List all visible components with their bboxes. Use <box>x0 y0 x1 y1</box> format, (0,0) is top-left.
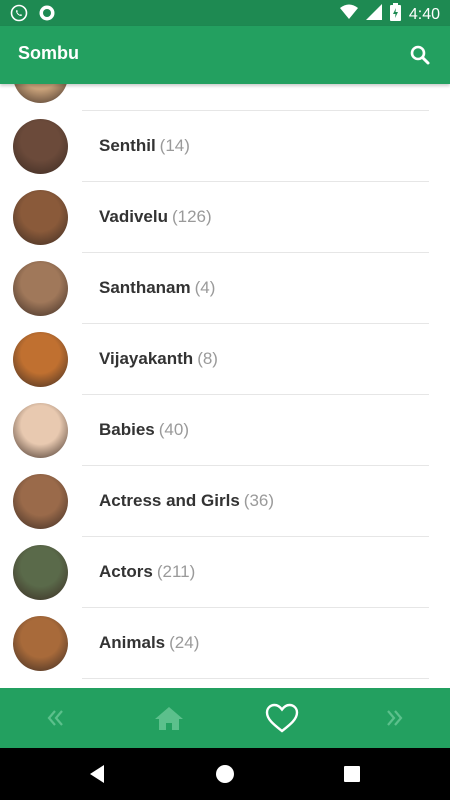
wifi-icon <box>339 4 358 25</box>
category-count: (4) <box>194 278 216 297</box>
category-label: Santhanam (4) <box>99 278 215 298</box>
category-list[interactable]: Goundamani(18) Senthil(14) Vadivelu(126) Sa… <box>0 84 450 688</box>
category-label: Vijayakanth (8) <box>99 349 218 369</box>
app-title: Sombu <box>18 43 79 63</box>
category-name: Actress and Girls <box>99 491 240 510</box>
category-avatar <box>13 190 68 245</box>
category-count: (211) <box>156 562 196 581</box>
category-count: (14) <box>159 136 190 155</box>
category-row[interactable]: Senthil (14) <box>0 111 450 182</box>
status-bar: 4:40 <box>0 0 450 26</box>
category-avatar <box>13 84 68 103</box>
category-avatar <box>13 545 68 600</box>
category-count: (24) <box>169 633 200 652</box>
app-bar: Sombu <box>0 26 450 84</box>
category-name: Vadivelu <box>99 207 168 226</box>
category-label: Vadivelu (126) <box>99 207 212 227</box>
category-avatar <box>13 403 68 458</box>
home-icon[interactable] <box>129 688 209 748</box>
category-row[interactable]: Vadivelu (126) <box>0 182 450 253</box>
category-avatar <box>13 261 68 316</box>
category-avatar <box>13 119 68 174</box>
category-avatar <box>13 616 68 671</box>
category-name: Animals <box>99 633 166 652</box>
category-count: (36) <box>243 491 275 510</box>
category-row[interactable]: Animals (24) <box>0 608 450 679</box>
category-name: Actors <box>99 562 153 581</box>
category-name: Senthil <box>99 136 156 155</box>
category-label: Goundamani(18) <box>99 84 237 85</box>
battery-icon <box>389 3 401 26</box>
category-row[interactable]: Actors (211) <box>0 537 450 608</box>
category-row[interactable]: Babies (40) <box>0 395 450 466</box>
back-icon[interactable] <box>86 762 110 786</box>
status-time: 4:40 <box>408 5 440 23</box>
category-row[interactable]: Actress and Girls (36) <box>0 466 450 537</box>
favorite-icon[interactable] <box>242 688 322 748</box>
category-label: Actors (211) <box>99 562 195 582</box>
screen: 4:40 Sombu Goundamani(18) Senthil(14) Vadi… <box>0 0 450 800</box>
signal-icon <box>365 4 382 25</box>
recents-icon[interactable] <box>340 762 364 786</box>
search-icon[interactable] <box>408 43 432 67</box>
category-label: Animals (24) <box>99 633 199 653</box>
category-name: Vijayakanth <box>99 349 194 368</box>
next-icon[interactable] <box>354 688 434 748</box>
category-avatar <box>13 474 68 529</box>
whatsapp-icon <box>10 4 28 27</box>
previous-icon[interactable] <box>16 688 96 748</box>
category-avatar <box>13 332 68 387</box>
category-row[interactable]: Goundamani(18) <box>0 84 450 111</box>
home-circle-icon[interactable] <box>213 762 237 786</box>
category-count: (40) <box>158 420 189 439</box>
category-count: (126) <box>171 207 212 226</box>
category-count: (8) <box>197 349 218 368</box>
category-label: Actress and Girls (36) <box>99 491 274 511</box>
row-divider <box>82 678 429 679</box>
category-row[interactable]: Vijayakanth (8) <box>0 324 450 395</box>
notification-circle-icon <box>38 4 56 27</box>
category-label: Babies (40) <box>99 420 189 440</box>
category-row[interactable]: Santhanam (4) <box>0 253 450 324</box>
bottom-toolbar <box>0 688 450 748</box>
category-label: Senthil (14) <box>99 136 190 156</box>
category-name: Santhanam <box>99 278 191 297</box>
system-nav-bar <box>0 748 450 800</box>
category-name: Babies <box>99 420 155 439</box>
